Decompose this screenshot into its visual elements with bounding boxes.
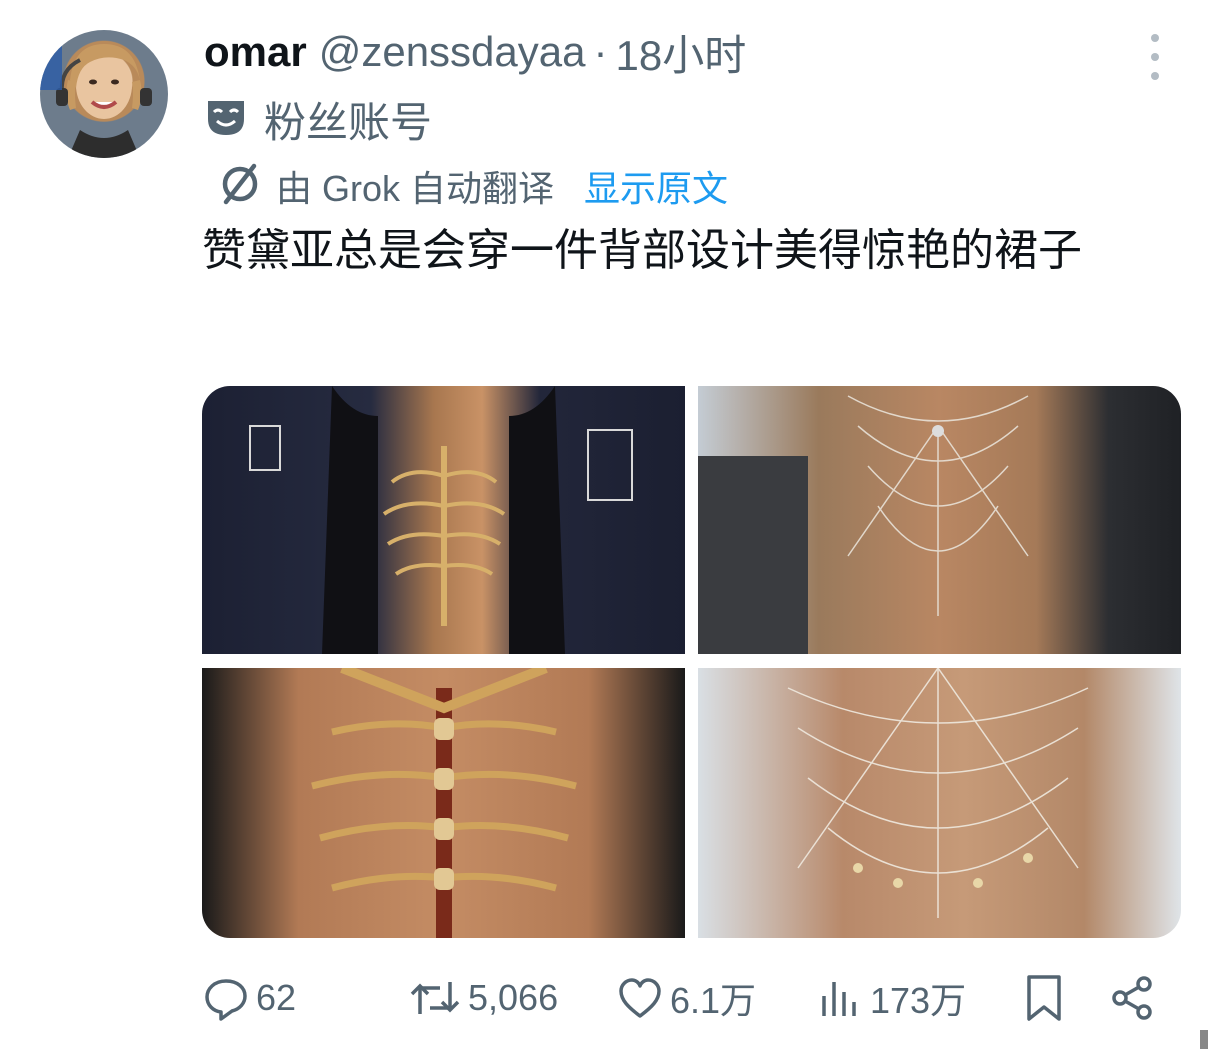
photo-1[interactable] bbox=[202, 386, 685, 654]
share-icon bbox=[1108, 974, 1156, 1022]
reply-count: 62 bbox=[256, 977, 297, 1018]
repost-button[interactable]: 5,066 bbox=[408, 968, 558, 1028]
views-count: 173万 bbox=[870, 980, 967, 1021]
author-handle[interactable]: @zenssdayaa bbox=[319, 28, 586, 76]
avatar[interactable] bbox=[40, 30, 168, 158]
photo-2[interactable] bbox=[698, 386, 1181, 654]
more-dot bbox=[1151, 72, 1159, 80]
tweet-text: 赞黛亚总是会穿一件背部设计美得惊艳的裙子 bbox=[202, 226, 1082, 275]
tweet-time[interactable]: 18小时 bbox=[616, 22, 747, 83]
scrollbar-thumb[interactable] bbox=[1200, 1030, 1208, 1049]
account-label: 粉丝账号 bbox=[204, 92, 432, 146]
views-button[interactable]: 173万 bbox=[816, 968, 966, 1028]
photo-4[interactable] bbox=[698, 668, 1181, 938]
bookmark-icon bbox=[1022, 973, 1066, 1023]
author-name[interactable]: omar bbox=[204, 28, 307, 76]
tweet-header: omar @zenssdayaa · 18小时 bbox=[204, 24, 746, 80]
repost-icon bbox=[408, 974, 462, 1022]
header-separator: · bbox=[593, 28, 608, 75]
more-dot bbox=[1151, 34, 1159, 42]
views-icon bbox=[816, 974, 864, 1022]
mask-icon bbox=[204, 95, 248, 144]
reply-button[interactable]: 62 bbox=[202, 968, 296, 1028]
more-options-icon[interactable] bbox=[1140, 34, 1170, 80]
repost-count: 5,066 bbox=[468, 977, 559, 1018]
heart-icon bbox=[616, 974, 664, 1022]
bookmark-button[interactable] bbox=[1022, 968, 1066, 1028]
grok-icon bbox=[218, 162, 262, 211]
action-bar: 62 5,066 6.1万 173万 bbox=[202, 968, 1162, 1028]
translation-row: 由 Grok 自动翻译 显示原文 bbox=[218, 160, 728, 212]
like-button[interactable]: 6.1万 bbox=[616, 968, 756, 1028]
like-count: 6.1万 bbox=[670, 980, 757, 1021]
show-original-link[interactable]: 显示原文 bbox=[584, 160, 728, 212]
photo-3[interactable] bbox=[202, 668, 685, 938]
share-button[interactable] bbox=[1108, 968, 1156, 1028]
media-grid bbox=[202, 386, 1181, 938]
reply-icon bbox=[202, 974, 250, 1022]
translation-text: 由 Grok 自动翻译 bbox=[276, 168, 555, 209]
account-label-text: 粉丝账号 bbox=[264, 98, 433, 146]
more-dot bbox=[1151, 53, 1159, 61]
